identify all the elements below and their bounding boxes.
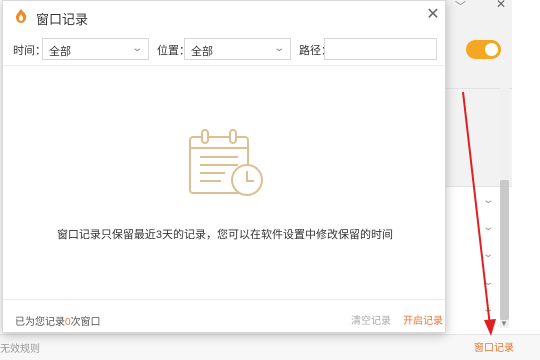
status-prefix: 已为您记录 bbox=[15, 317, 65, 328]
app-logo-icon bbox=[15, 9, 27, 23]
close-icon[interactable]: ✕ bbox=[423, 5, 443, 25]
window-record-dialog: 窗口记录 ✕ 时间： 全部 ⌄ 位置： 全部 ⌄ 路径： 窗口记录只保留最近3天… bbox=[2, 0, 446, 333]
calendar-clock-icon bbox=[189, 129, 263, 196]
settings-toggle[interactable] bbox=[466, 40, 501, 59]
close-icon[interactable]: ✕ bbox=[496, 0, 506, 11]
chevron-down-icon: ⌄ bbox=[272, 43, 285, 54]
time-filter-select[interactable]: 全部 ⌄ bbox=[42, 38, 149, 60]
position-filter-value: 全部 bbox=[191, 46, 213, 58]
record-count-status: 已为您记录0次窗口 bbox=[15, 313, 101, 328]
chevron-down-icon[interactable]: ﹀ bbox=[455, 0, 466, 14]
filter-bar: 时间： 全部 ⌄ 位置： 全部 ⌄ 路径： bbox=[3, 35, 445, 63]
position-filter-select[interactable]: 全部 ⌄ bbox=[184, 38, 291, 60]
chevron-down-icon[interactable]: ⌄ bbox=[482, 304, 494, 315]
toggle-knob bbox=[485, 43, 498, 56]
scrollbar-thumb[interactable] bbox=[500, 180, 509, 320]
invalid-rules-link[interactable]: 无效规则 bbox=[0, 340, 40, 355]
time-filter-value: 全部 bbox=[49, 46, 71, 58]
background-footer bbox=[0, 334, 540, 360]
chevron-down-icon[interactable]: ⌄ bbox=[482, 249, 494, 260]
chevron-down-icon: ⌄ bbox=[130, 43, 143, 54]
status-suffix: 次窗口 bbox=[70, 317, 101, 328]
chevron-down-icon[interactable]: ⌄ bbox=[482, 195, 494, 206]
divider bbox=[3, 299, 445, 300]
clear-records-button[interactable]: 清空记录 bbox=[351, 312, 391, 327]
dialog-title-bar: 窗口记录 ✕ bbox=[3, 1, 445, 31]
chevron-down-icon[interactable]: ⌄ bbox=[482, 222, 494, 233]
window-record-link[interactable]: 窗口记录 bbox=[474, 339, 514, 354]
enable-records-button[interactable]: 开启记录 bbox=[403, 312, 443, 327]
path-filter-input[interactable] bbox=[324, 38, 437, 60]
dialog-title: 窗口记录 bbox=[36, 12, 89, 27]
empty-state-message: 窗口记录只保留最近3天的记录，您可以在软件设置中修改保留的时间 bbox=[56, 229, 394, 241]
scroll-down-icon[interactable]: ▼ bbox=[500, 319, 508, 328]
divider bbox=[3, 65, 445, 66]
chevron-down-icon[interactable]: ⌄ bbox=[482, 277, 494, 288]
